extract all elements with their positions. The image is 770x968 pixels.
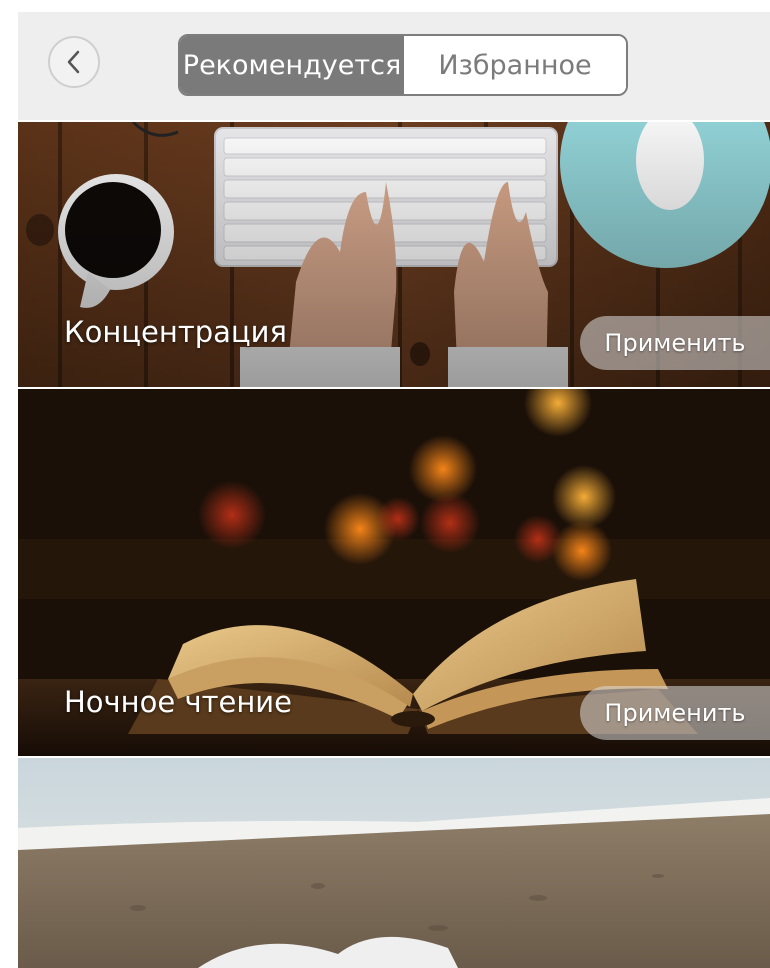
apply-button[interactable]: Применить [580,316,770,370]
beach-image [18,758,770,968]
back-button[interactable] [48,36,100,88]
chevron-left-icon [67,50,80,74]
apply-button[interactable]: Применить [580,686,770,740]
scene-card-night-reading[interactable]: Ночное чтение Применить [18,389,770,756]
scene-card-concentration[interactable]: Концентрация Применить [18,122,770,387]
tab-recommended[interactable]: Рекомендуется [180,36,404,94]
top-bar: Рекомендуется Избранное [18,12,770,120]
tab-favorites[interactable]: Избранное [404,36,626,94]
scene-card-beach[interactable] [18,758,770,968]
card-title: Ночное чтение [64,685,292,719]
segmented-control: Рекомендуется Избранное [178,34,628,96]
card-title: Концентрация [64,315,287,349]
